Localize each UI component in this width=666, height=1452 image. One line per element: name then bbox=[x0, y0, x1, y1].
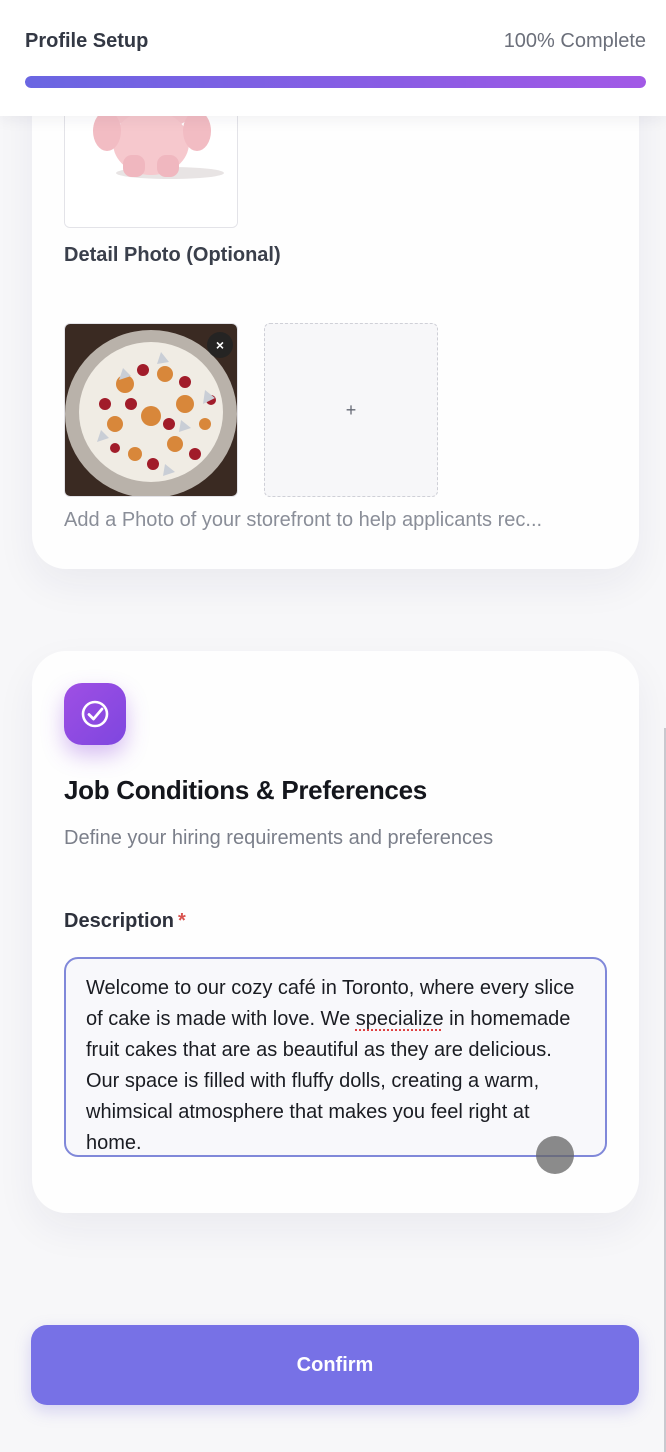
plus-icon: + bbox=[345, 399, 357, 420]
section-subtitle: Define your hiring requirements and pref… bbox=[64, 827, 494, 849]
check-circle-icon bbox=[64, 683, 126, 745]
job-conditions-card: Job Conditions & Preferences Define your… bbox=[32, 651, 639, 1213]
header: Profile Setup 100% Complete bbox=[0, 0, 666, 116]
section-title: Job Conditions & Preferences bbox=[64, 775, 427, 805]
description-textarea[interactable]: Welcome to our cozy café in Toronto, whe… bbox=[64, 957, 607, 1157]
progress-bar bbox=[25, 76, 646, 88]
detail-photo-thumbnail[interactable]: × bbox=[64, 323, 238, 497]
required-mark: * bbox=[178, 910, 186, 932]
add-photo-button[interactable]: + bbox=[264, 323, 438, 497]
confirm-button[interactable]: Confirm bbox=[31, 1325, 639, 1405]
photo-hint: Add a Photo of your storefront to help a… bbox=[64, 509, 543, 531]
progress-label: 100% Complete bbox=[503, 30, 646, 52]
detail-photo-label: Detail Photo (Optional) bbox=[64, 244, 281, 266]
progress-bar-fill bbox=[25, 76, 646, 88]
touch-cursor bbox=[536, 1136, 574, 1174]
description-label-text: Description bbox=[64, 910, 175, 932]
profile-setup-page: Profile Setup 100% Complete Detail Photo bbox=[0, 0, 666, 1452]
page-title: Profile Setup bbox=[25, 30, 149, 52]
description-label: Description * bbox=[64, 910, 186, 933]
misspelled-word: specialize bbox=[355, 1008, 444, 1030]
remove-photo-button[interactable]: × bbox=[207, 332, 233, 358]
